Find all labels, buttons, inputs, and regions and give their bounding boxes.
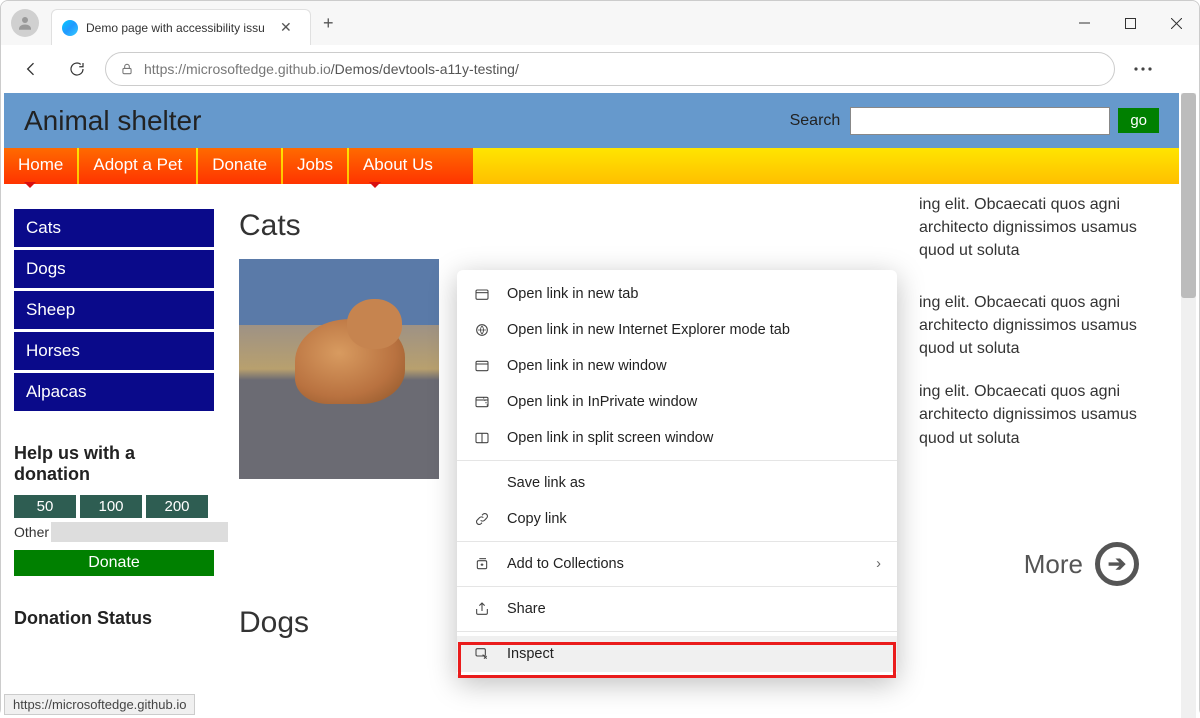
window-controls — [1061, 1, 1199, 45]
other-amount-input[interactable] — [51, 522, 228, 542]
ctx-open-ie-mode[interactable]: Open link in new Internet Explorer mode … — [457, 312, 897, 348]
split-icon — [473, 429, 491, 447]
search-input[interactable] — [850, 107, 1110, 135]
blank-icon — [473, 474, 491, 492]
edge-favicon-icon — [62, 20, 78, 36]
ctx-open-new-tab[interactable]: Open link in new tab — [457, 276, 897, 312]
ctx-open-split[interactable]: Open link in split screen window — [457, 420, 897, 456]
sidebar: Cats Dogs Sheep Horses Alpacas Help us w… — [14, 209, 214, 656]
collections-icon — [473, 555, 491, 573]
chevron-right-icon: › — [876, 556, 881, 572]
nav-adopt[interactable]: Adopt a Pet — [79, 148, 196, 184]
sidebar-item-cats[interactable]: Cats — [14, 209, 214, 247]
ctx-divider — [457, 586, 897, 587]
inspect-icon — [473, 645, 491, 663]
sidebar-item-horses[interactable]: Horses — [14, 332, 214, 370]
status-bar: https://microsoftedge.github.io — [4, 694, 195, 715]
link-icon — [473, 510, 491, 528]
nav-about[interactable]: About Us — [349, 148, 473, 184]
more-label: More — [1024, 549, 1083, 580]
amount-100-button[interactable]: 100 — [80, 495, 142, 518]
ctx-copy-link[interactable]: Copy link — [457, 501, 897, 537]
donate-button[interactable]: Donate — [14, 550, 214, 576]
ctx-open-new-window[interactable]: Open link in new window — [457, 348, 897, 384]
vertical-scrollbar[interactable] — [1181, 93, 1196, 718]
ctx-share[interactable]: Share — [457, 591, 897, 627]
new-tab-button[interactable]: + — [323, 13, 334, 34]
page-header: Animal shelter Search go — [4, 93, 1179, 148]
ctx-inspect[interactable]: Inspect — [457, 636, 897, 672]
arrow-right-circle-icon: ➔ — [1095, 542, 1139, 586]
tab-close-icon[interactable]: ✕ — [276, 19, 296, 36]
inprivate-icon — [473, 393, 491, 411]
ie-icon — [473, 321, 491, 339]
address-bar[interactable]: https://microsoftedge.github.io/Demos/de… — [105, 52, 1115, 86]
browser-tab[interactable]: Demo page with accessibility issu ✕ — [51, 9, 311, 45]
lock-icon — [120, 62, 134, 76]
nav-home[interactable]: Home — [4, 148, 77, 184]
refresh-button[interactable] — [59, 51, 95, 87]
sidebar-item-sheep[interactable]: Sheep — [14, 291, 214, 329]
body-text-2: ing elit. Obcaecati quos agni architecto… — [919, 291, 1159, 361]
amount-200-button[interactable]: 200 — [146, 495, 208, 518]
body-text-3: ing elit. Obcaecati quos agni architecto… — [919, 380, 1159, 450]
browser-menu-button[interactable] — [1125, 51, 1161, 87]
url-path: /Demos/devtools-a11y-testing/ — [331, 61, 519, 77]
sidebar-item-dogs[interactable]: Dogs — [14, 250, 214, 288]
donation-status-title: Donation Status — [14, 608, 214, 629]
sidebar-item-alpacas[interactable]: Alpacas — [14, 373, 214, 411]
viewport: Animal shelter Search go Home Adopt a Pe… — [1, 93, 1199, 718]
search-label: Search — [790, 112, 841, 130]
ctx-save-link[interactable]: Save link as — [457, 465, 897, 501]
other-label: Other — [14, 524, 49, 540]
browser-toolbar: https://microsoftedge.github.io/Demos/de… — [1, 45, 1199, 93]
maximize-button[interactable] — [1107, 1, 1153, 45]
donation-block: Help us with a donation 50 100 200 Other… — [14, 443, 214, 629]
minimize-button[interactable] — [1061, 1, 1107, 45]
ctx-divider — [457, 460, 897, 461]
ctx-divider — [457, 541, 897, 542]
page-title: Animal shelter — [24, 105, 790, 137]
search-go-button[interactable]: go — [1118, 108, 1159, 133]
scrollbar-thumb[interactable] — [1181, 93, 1196, 298]
donation-title: Help us with a donation — [14, 443, 214, 485]
body-text-1: ing elit. Obcaecati quos agni architecto… — [919, 193, 1159, 263]
nav-donate[interactable]: Donate — [198, 148, 281, 184]
profile-avatar-icon[interactable] — [11, 9, 39, 37]
url-host: https://microsoftedge.github.io — [144, 61, 331, 77]
animal-nav: Cats Dogs Sheep Horses Alpacas — [14, 209, 214, 411]
amount-50-button[interactable]: 50 — [14, 495, 76, 518]
share-icon — [473, 600, 491, 618]
main-nav: Home Adopt a Pet Donate Jobs About Us — [4, 148, 1179, 184]
browser-titlebar: Demo page with accessibility issu ✕ + — [1, 1, 1199, 45]
ctx-divider — [457, 631, 897, 632]
ctx-open-inprivate[interactable]: Open link in InPrivate window — [457, 384, 897, 420]
cat-image — [239, 259, 439, 479]
window-icon — [473, 357, 491, 375]
close-window-button[interactable] — [1153, 1, 1199, 45]
tab-icon — [473, 285, 491, 303]
nav-jobs[interactable]: Jobs — [283, 148, 347, 184]
back-button[interactable] — [13, 51, 49, 87]
context-menu: Open link in new tab Open link in new In… — [457, 270, 897, 678]
ctx-add-collections[interactable]: Add to Collections › — [457, 546, 897, 582]
tab-title: Demo page with accessibility issu — [86, 21, 276, 35]
